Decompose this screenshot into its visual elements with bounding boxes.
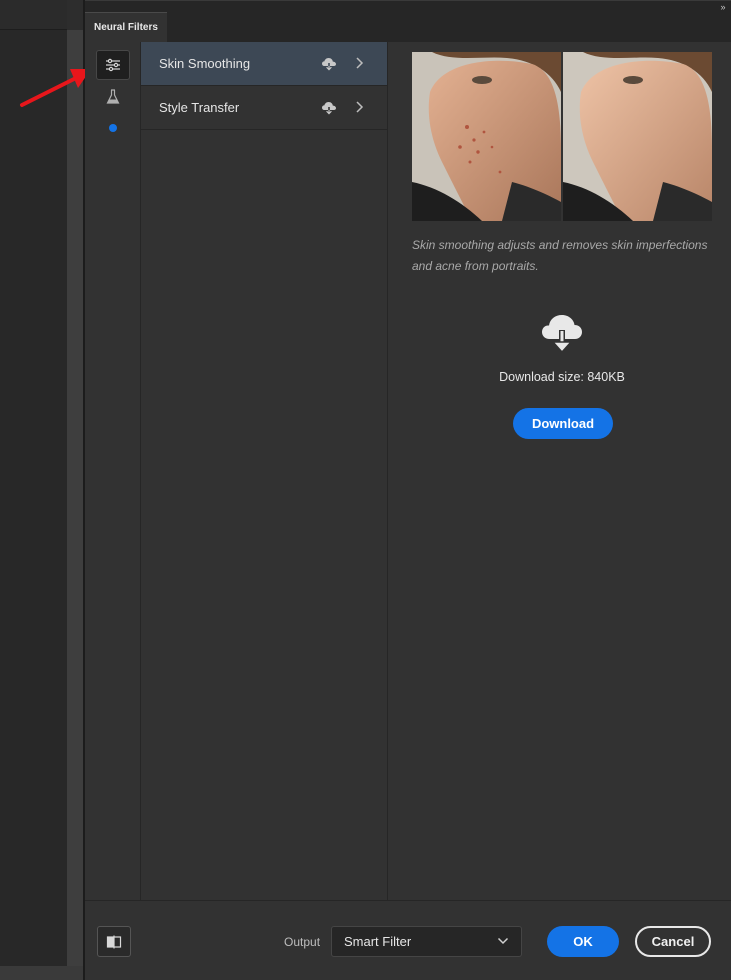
chevron-right-icon	[356, 57, 364, 69]
cancel-button[interactable]: Cancel	[635, 926, 711, 957]
canvas-scrollbar[interactable]	[67, 30, 83, 966]
filter-description: Skin smoothing adjusts and removes skin …	[412, 238, 708, 273]
all-filters-button[interactable]	[96, 50, 130, 80]
panel-footer: Output Smart Filter OK Cancel	[85, 900, 731, 980]
canvas-horizontal-scrollbar[interactable]	[0, 966, 83, 980]
canvas-header	[0, 0, 67, 30]
filter-item-label: Style Transfer	[159, 100, 240, 115]
filter-item-skin-smoothing[interactable]: Skin Smoothing	[141, 42, 387, 86]
filter-item-style-transfer[interactable]: Style Transfer	[141, 86, 387, 130]
download-button[interactable]: Download	[513, 408, 613, 439]
neural-filters-panel: Neural Filters » Skin Smoothing Style Tr…	[85, 0, 731, 980]
sliders-icon	[106, 58, 120, 72]
cloud-download-icon	[322, 102, 336, 115]
download-size-text: Download size: 840KB	[499, 370, 625, 384]
chevron-right-icon	[356, 101, 364, 113]
chevron-down-icon	[497, 937, 509, 945]
split-view-icon	[106, 935, 122, 948]
filter-item-label: Skin Smoothing	[159, 56, 251, 71]
document-canvas-area	[0, 0, 67, 966]
output-select-value: Smart Filter	[344, 934, 412, 949]
output-select[interactable]: Smart Filter	[331, 926, 522, 957]
flask-icon	[106, 89, 120, 104]
cloud-download-icon	[542, 315, 582, 354]
filter-category-rail	[85, 42, 141, 900]
beta-filters-button[interactable]	[96, 82, 130, 112]
photoshop-window: Neural Filters » Skin Smoothing Style Tr…	[0, 0, 731, 980]
panel-tabbar: Neural Filters »	[85, 0, 731, 43]
filter-list: Skin Smoothing Style Transfer	[141, 42, 388, 900]
preview-toggle-button[interactable]	[97, 926, 131, 957]
status-dot	[109, 124, 117, 132]
panel-gap	[67, 0, 83, 30]
cloud-download-icon	[322, 58, 336, 71]
ok-button[interactable]: OK	[547, 926, 619, 957]
tab-neural-filters[interactable]: Neural Filters	[85, 12, 167, 43]
before-after-preview-image	[412, 52, 712, 221]
output-label: Output	[284, 935, 321, 949]
collapse-panel-icon[interactable]: »	[717, 1, 729, 13]
filter-detail-pane: Skin smoothing adjusts and removes skin …	[389, 42, 731, 900]
